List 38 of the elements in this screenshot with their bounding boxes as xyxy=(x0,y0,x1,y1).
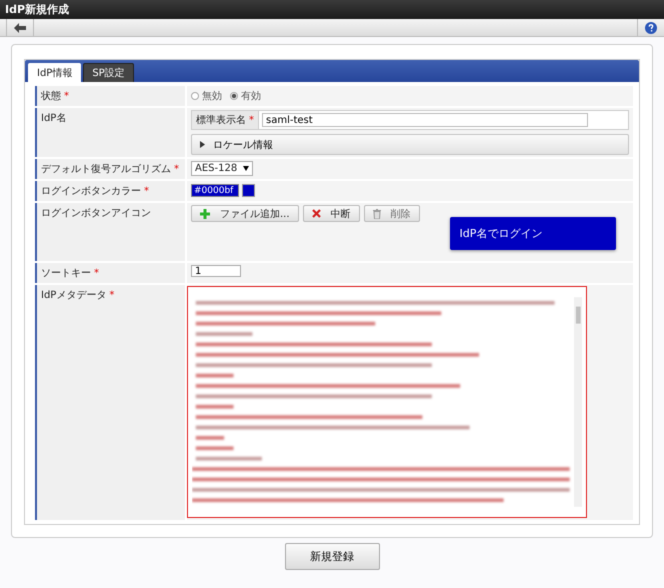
algorithm-select[interactable]: AES-128 xyxy=(191,161,253,176)
tab[interactable]: IdP情報 xyxy=(28,63,82,82)
radio-label: 有効 xyxy=(241,90,261,103)
sort-key-field[interactable]: 1 xyxy=(191,265,241,277)
login-button-preview[interactable]: IdP名でログイン xyxy=(450,217,616,250)
locale-expander[interactable]: ロケール情報 xyxy=(191,134,629,155)
required-mark: * xyxy=(174,164,179,175)
field-label: 状態 * xyxy=(41,91,69,102)
field-label: ログインボタンアイコン xyxy=(41,208,151,219)
radio-button[interactable] xyxy=(230,92,238,100)
plus-icon xyxy=(200,208,210,218)
close-icon xyxy=(312,209,321,218)
radio-button[interactable] xyxy=(191,92,199,100)
color-swatch[interactable] xyxy=(242,184,255,197)
file-button[interactable]: ファイル追加... xyxy=(191,205,299,222)
field-label: IdP名 xyxy=(41,113,66,124)
sub-label: 標準表示名 * xyxy=(192,111,259,129)
file-button[interactable]: 中断 xyxy=(302,205,360,222)
field-label: デフォルト復号アルゴリズム * xyxy=(41,164,179,175)
trash-icon xyxy=(372,208,381,218)
tab[interactable]: SP設定 xyxy=(83,63,134,82)
name-field[interactable]: saml-test xyxy=(262,113,588,127)
field-label: ログインボタンカラー * xyxy=(41,186,149,197)
required-mark: * xyxy=(144,186,149,197)
radio-label: 無効 xyxy=(202,90,222,103)
expand-triangle-icon xyxy=(200,141,205,148)
required-mark: * xyxy=(249,114,254,126)
required-mark: * xyxy=(109,290,114,301)
required-mark: * xyxy=(94,268,99,279)
required-mark: * xyxy=(64,91,69,102)
field-label: ソートキー * xyxy=(41,268,99,279)
dropdown-arrow-icon xyxy=(243,166,249,171)
field-label: IdPメタデータ * xyxy=(41,290,114,301)
register-button[interactable]: 新規登録 xyxy=(284,543,380,570)
back-arrow-icon[interactable] xyxy=(14,22,26,32)
help-icon[interactable] xyxy=(645,22,657,34)
window-title: IdP新規作成 xyxy=(5,2,70,17)
color-field[interactable]: #0000bf xyxy=(191,184,239,197)
